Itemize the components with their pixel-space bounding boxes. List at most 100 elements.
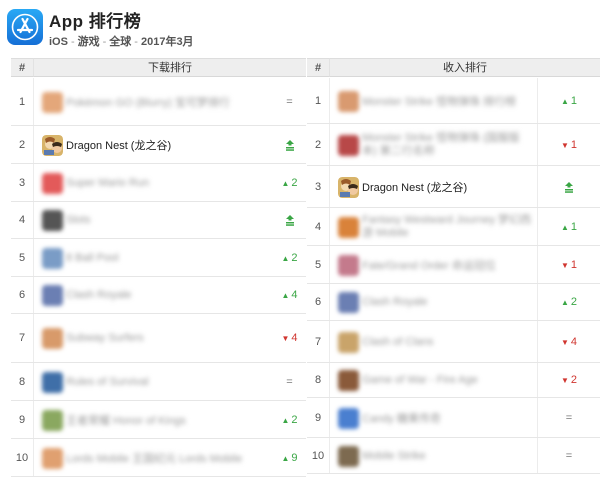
- download-row[interactable]: 8 Rules of Survival =: [11, 363, 306, 401]
- download-row[interactable]: 5 8 Ball Pool ▲ 2: [11, 239, 306, 277]
- app-name[interactable]: Clash Royale: [66, 289, 131, 301]
- download-row[interactable]: 1 Pokémon GO (Blurry) 宝可梦排行 =: [11, 78, 306, 126]
- app-cell[interactable]: 8 Ball Pool: [33, 239, 273, 276]
- change-value: 1: [570, 138, 578, 151]
- rank-number: 10: [311, 449, 325, 462]
- app-cell[interactable]: Monster Strike 怪物弹珠 排行榜: [329, 78, 537, 123]
- change-indicator: ▲ 2: [281, 252, 297, 264]
- download-row[interactable]: 4 Slots: [11, 202, 306, 239]
- up-arrow-icon: ▲: [281, 453, 290, 463]
- app-name[interactable]: Super Mario Run: [66, 177, 149, 189]
- revenue-row[interactable]: 3 Dragon Nest (龙之谷): [307, 166, 600, 208]
- app-cell[interactable]: Subway Surfers: [33, 314, 273, 362]
- rank-change: ▼ 4: [273, 314, 306, 362]
- rank-change: ▼ 1: [537, 246, 600, 283]
- platform-label: iOS: [49, 36, 68, 48]
- download-row[interactable]: 10 Lords Mobile 王国纪元 Lords Mobile ▲ 9: [11, 439, 306, 477]
- change-indicator: ▲ 2: [281, 177, 297, 189]
- app-name[interactable]: Candy 糖果传奇: [362, 410, 441, 426]
- app-name[interactable]: Game of War - Fire Age: [362, 374, 478, 386]
- app-cell[interactable]: 王者荣耀 Honor of Kings: [33, 401, 273, 438]
- new-entry-icon: [285, 215, 294, 226]
- revenue-row[interactable]: 8 Game of War - Fire Age ▼ 2: [307, 363, 600, 398]
- app-name[interactable]: Fate/Grand Order 命运冠位: [362, 257, 496, 273]
- app-name[interactable]: Dragon Nest (龙之谷): [362, 179, 467, 195]
- app-name[interactable]: 王者荣耀 Honor of Kings: [66, 412, 186, 428]
- change-value: 2: [291, 251, 298, 264]
- revenue-row[interactable]: 1 Monster Strike 怪物弹珠 排行榜 ▲ 1: [307, 78, 600, 124]
- app-cell[interactable]: Dragon Nest (龙之谷): [329, 166, 537, 207]
- app-icon: [338, 90, 359, 112]
- rank-number: 5: [18, 251, 26, 264]
- app-cell[interactable]: Clash of Clans: [329, 321, 537, 362]
- change-indicator: ▼ 4: [561, 336, 577, 348]
- app-cell[interactable]: Fantasy Westward Journey 梦幻西游 Mobile: [329, 208, 537, 245]
- up-arrow-icon: ▲: [560, 96, 569, 106]
- app-cell[interactable]: Slots: [33, 202, 273, 238]
- down-arrow-icon: ▼: [560, 376, 569, 385]
- down-arrow-icon: ▼: [560, 260, 569, 270]
- region-label: 全球: [109, 36, 132, 48]
- rank-change: [273, 126, 306, 163]
- app-name[interactable]: Fantasy Westward Journey 梦幻西游 Mobile: [362, 214, 532, 240]
- download-row[interactable]: 9 王者荣耀 Honor of Kings ▲ 2: [11, 401, 306, 439]
- change-indicator: ▼ 1: [561, 259, 577, 271]
- revenue-row[interactable]: 5 Fate/Grand Order 命运冠位 ▼ 1: [307, 246, 600, 284]
- app-cell[interactable]: Lords Mobile 王国纪元 Lords Mobile: [33, 439, 273, 476]
- app-name[interactable]: Pokémon GO (Blurry) 宝可梦排行: [66, 94, 230, 110]
- down-arrow-icon: ▼: [560, 337, 569, 347]
- rank-change: ▲ 2: [273, 401, 306, 438]
- app-cell[interactable]: Dragon Nest (龙之谷): [33, 126, 273, 163]
- download-row[interactable]: 2 Dragon Nest (龙之谷): [11, 126, 306, 164]
- app-cell[interactable]: Super Mario Run: [33, 164, 273, 201]
- rank-number: 8: [314, 374, 322, 386]
- app-icon: [42, 172, 63, 194]
- app-cell[interactable]: Monster Strike 怪物弹珠 (国服版本) 第二行名称: [329, 124, 537, 165]
- app-name[interactable]: Rules of Survival: [66, 376, 149, 388]
- up-arrow-icon: ▲: [281, 415, 290, 425]
- up-arrow-icon: ▲: [560, 298, 569, 307]
- revenue-row[interactable]: 6 Clash Royale ▲ 2: [307, 284, 600, 321]
- revenue-row[interactable]: 7 Clash of Clans ▼ 4: [307, 321, 600, 363]
- app-cell[interactable]: Game of War - Fire Age: [329, 363, 537, 397]
- app-icon: [42, 371, 63, 393]
- download-row[interactable]: 3 Super Mario Run ▲ 2: [11, 164, 306, 202]
- down-arrow-icon: ▼: [281, 334, 290, 343]
- rank-number: 8: [18, 375, 26, 388]
- rank-change: ▼ 2: [537, 363, 600, 397]
- app-name[interactable]: Slots: [66, 214, 90, 226]
- app-name[interactable]: Monster Strike 怪物弹珠 (国服版本) 第二行名称: [362, 132, 532, 158]
- page-title: App 排行榜: [49, 12, 142, 31]
- app-name[interactable]: Monster Strike 怪物弹珠 排行榜: [362, 93, 516, 109]
- app-cell[interactable]: Candy 糖果传奇: [329, 398, 537, 437]
- app-name[interactable]: 8 Ball Pool: [66, 252, 119, 264]
- download-row[interactable]: 7 Subway Surfers ▼ 4: [11, 314, 306, 363]
- rank-number: 9: [18, 413, 26, 426]
- revenue-row[interactable]: 4 Fantasy Westward Journey 梦幻西游 Mobile ▲ 1: [307, 208, 600, 246]
- app-name[interactable]: Subway Surfers: [66, 332, 144, 344]
- app-name[interactable]: Clash of Clans: [362, 336, 434, 348]
- app-cell[interactable]: Mobile Strike: [329, 438, 537, 473]
- app-name[interactable]: Dragon Nest (龙之谷): [66, 137, 171, 153]
- app-icon: [42, 328, 63, 349]
- revenue-row[interactable]: 2 Monster Strike 怪物弹珠 (国服版本) 第二行名称 ▼ 1: [307, 124, 600, 166]
- change-value: 4: [291, 289, 298, 301]
- rank-number: 1: [314, 94, 322, 107]
- app-cell[interactable]: Clash Royale: [33, 277, 273, 313]
- rank-number: 2: [314, 138, 322, 151]
- app-cell[interactable]: Clash Royale: [329, 284, 537, 320]
- revenue-ranking-table: # 收入排行 1 Monster Strike 怪物弹珠 排行榜 ▲ 1 2 Monste…: [307, 58, 600, 476]
- app-name[interactable]: Clash Royale: [362, 296, 427, 308]
- app-cell[interactable]: Pokémon GO (Blurry) 宝可梦排行: [33, 78, 273, 125]
- app-name[interactable]: Lords Mobile 王国纪元 Lords Mobile: [66, 450, 242, 466]
- dragon-nest-app-icon: [42, 134, 63, 156]
- revenue-row[interactable]: 10 Mobile Strike =: [307, 438, 600, 474]
- revenue-row[interactable]: 9 Candy 糖果传奇 =: [307, 398, 600, 438]
- app-cell[interactable]: Fate/Grand Order 命运冠位: [329, 246, 537, 283]
- down-arrow-icon: ▼: [560, 140, 569, 150]
- app-name[interactable]: Mobile Strike: [362, 450, 426, 462]
- dragon-nest-app-icon: [338, 176, 359, 198]
- app-cell[interactable]: Rules of Survival: [33, 363, 273, 400]
- download-row[interactable]: 6 Clash Royale ▲ 4: [11, 277, 306, 314]
- change-value: 2: [291, 413, 298, 426]
